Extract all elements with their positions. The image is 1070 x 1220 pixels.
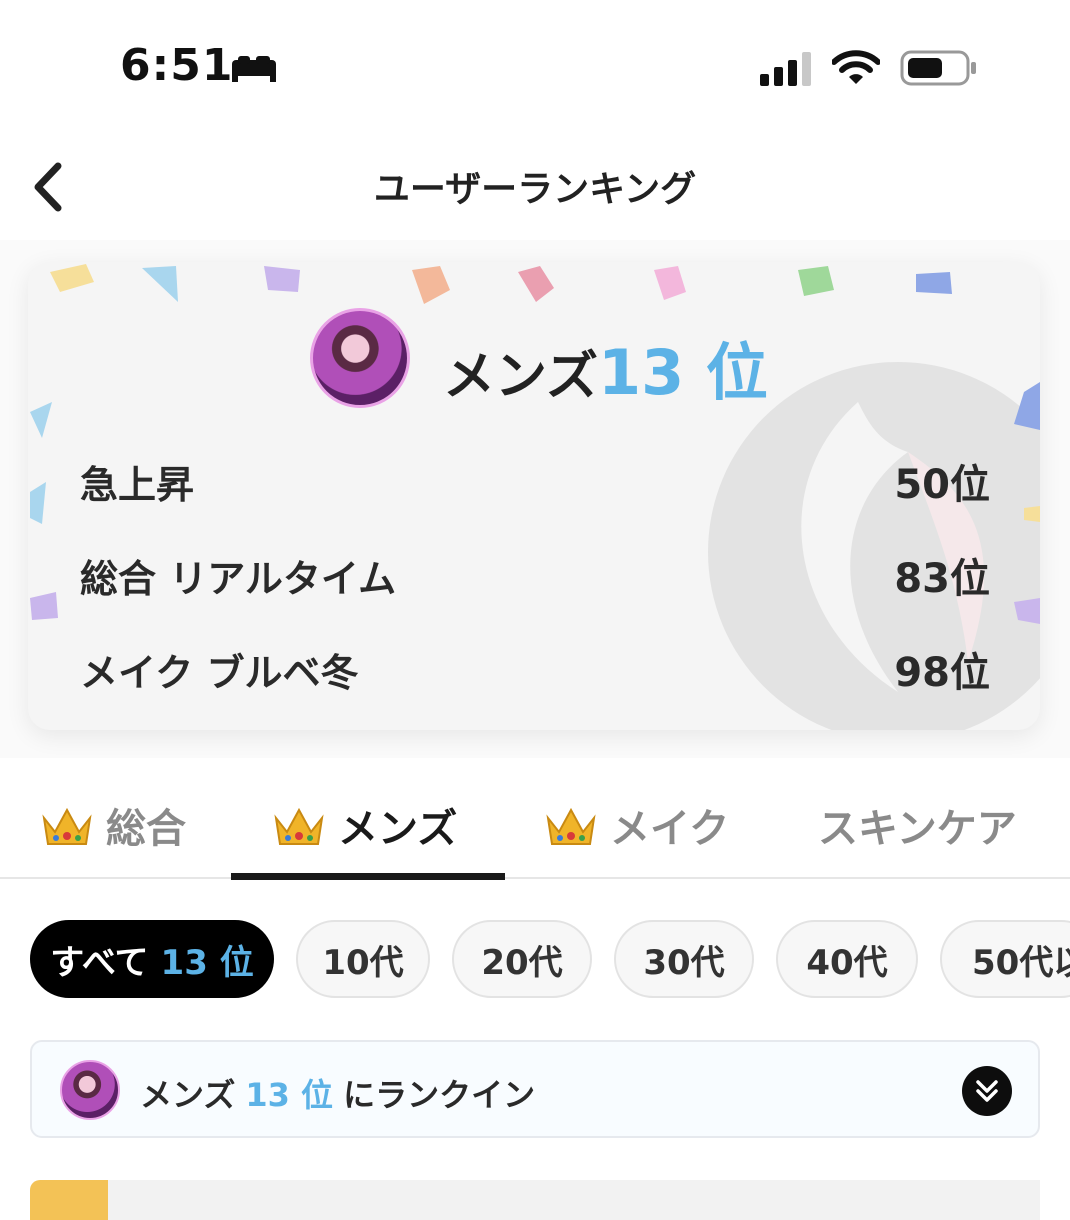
chip-label: 30代 [643, 942, 725, 983]
crown-icon [42, 807, 92, 845]
tab-overall[interactable]: 総合 [42, 796, 186, 854]
ranking-row-label: メイク ブルベ冬 [80, 651, 359, 695]
tab-divider [0, 877, 1070, 879]
chip-30s[interactable]: 30代 [614, 920, 754, 998]
expand-button[interactable] [962, 1066, 1012, 1116]
chip-rank: 13 位 [160, 942, 254, 983]
banner-rank: 13 位 [245, 1076, 334, 1114]
tab-mens[interactable]: メンズ [274, 796, 457, 854]
list-item[interactable] [108, 1180, 1040, 1220]
chip-label: 10代 [322, 942, 404, 983]
chip-10s[interactable]: 10代 [296, 920, 430, 998]
tab-makeup[interactable]: メイク [546, 796, 729, 854]
crown-icon [274, 807, 324, 845]
banner-suffix: にランクイン [343, 1076, 536, 1114]
tab-label: メンズ [338, 806, 458, 852]
rank-in-text: メンズ 13 位にランクイン [140, 1070, 535, 1116]
list-item-rank-badge [30, 1180, 108, 1220]
chip-50s-plus[interactable]: 50代以 [940, 920, 1070, 998]
chip-all[interactable]: すべて 13 位 [30, 920, 274, 998]
chip-label: 20代 [481, 942, 563, 983]
rank-in-banner[interactable]: メンズ 13 位にランクイン [30, 1040, 1040, 1138]
chip-20s[interactable]: 20代 [452, 920, 592, 998]
double-chevron-down-icon [976, 1080, 998, 1102]
battery-icon [900, 50, 976, 86]
ranking-row-value: 50位 [894, 462, 990, 508]
chip-label: 50代以 [972, 942, 1070, 983]
chip-40s[interactable]: 40代 [776, 920, 918, 998]
user-avatar[interactable] [310, 308, 410, 408]
ranking-row-label: 急上昇 [80, 463, 195, 507]
status-time: 6:51 [120, 40, 234, 91]
bed-icon [232, 56, 276, 82]
crown-icon [546, 807, 596, 845]
summary-rank: 13 位 [598, 336, 768, 409]
chip-label: すべて [50, 942, 149, 983]
tab-label: メイク [610, 806, 730, 852]
user-avatar-small [60, 1060, 120, 1120]
page-title: ユーザーランキング [373, 169, 697, 210]
ranking-row-value: 83位 [894, 556, 990, 602]
tab-skincare[interactable]: スキンケア [818, 796, 1017, 854]
banner-category: メンズ [140, 1076, 236, 1114]
signal-icon [760, 52, 811, 86]
tab-label: スキンケア [818, 806, 1017, 852]
ranking-row-label: 総合 リアルタイム [80, 557, 397, 601]
ranking-row-value: 98位 [894, 650, 990, 696]
tab-label: 総合 [106, 806, 186, 852]
summary-category: メンズ [443, 347, 598, 407]
ranking-summary-card: メンズ 13 位 急上昇 50位 総合 リアルタイム 83位 メイク ブルベ冬 … [28, 262, 1040, 730]
wifi-icon [832, 50, 880, 84]
active-tab-indicator [231, 873, 505, 880]
chip-label: 40代 [806, 942, 888, 983]
